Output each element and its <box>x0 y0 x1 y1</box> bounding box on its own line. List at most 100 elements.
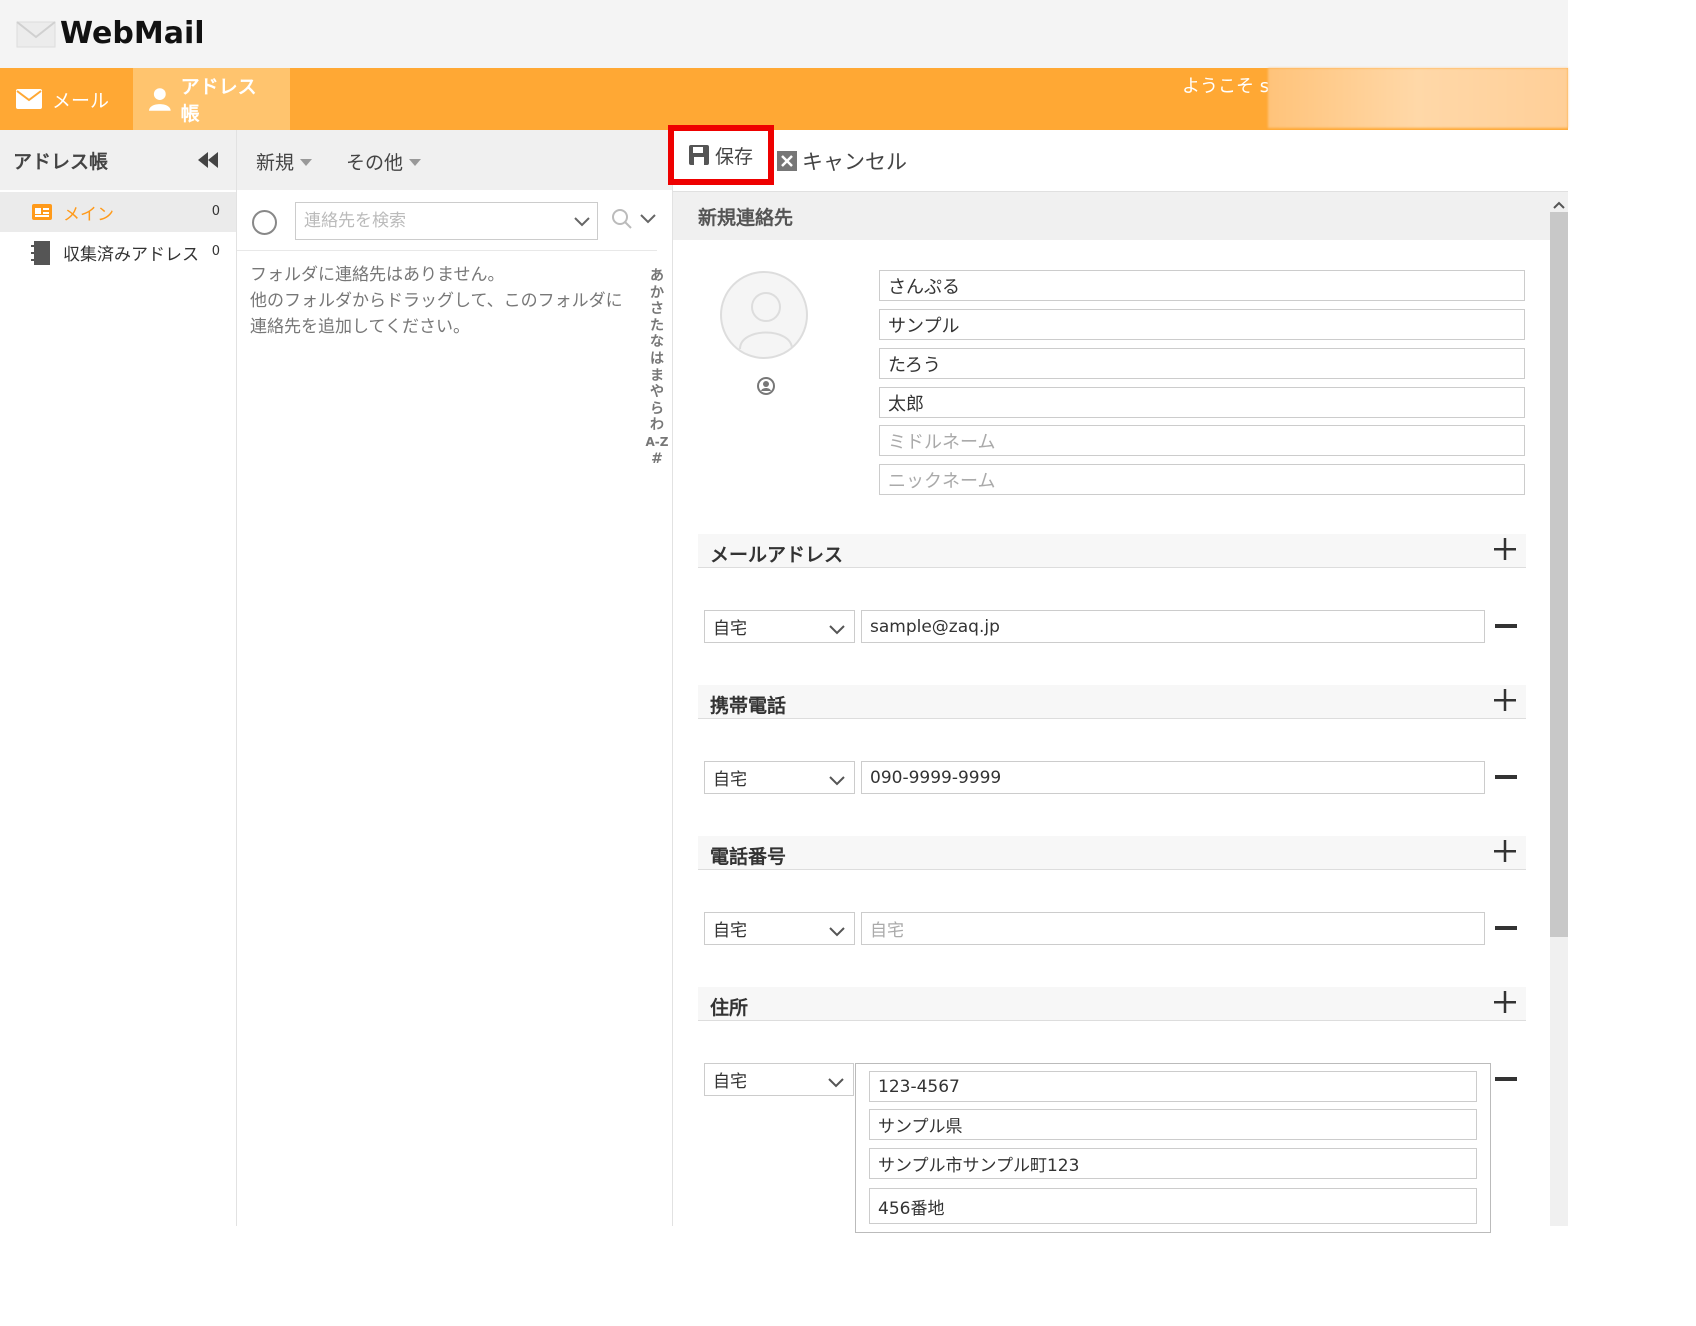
floppy-disk-icon <box>688 145 709 165</box>
app-title: WebMail <box>60 16 205 51</box>
phone-field[interactable]: 自宅 <box>861 912 1485 945</box>
cancel-button-label: キャンセル <box>802 150 907 174</box>
sidebar-header: アドレス帳 <box>0 130 236 190</box>
address-fields-box: 123-4567 サンプル県 サンプル市サンプル町123 456番地 <box>855 1063 1491 1233</box>
top-header: WebMail <box>0 0 1568 68</box>
person-silhouette-icon <box>739 292 793 350</box>
folder-collected-label: 収集済みアドレス <box>63 244 199 265</box>
index-item[interactable]: わ <box>645 417 669 434</box>
mobile-type-select[interactable]: 自宅 <box>704 761 855 794</box>
chevron-down-icon <box>828 923 846 943</box>
street-field[interactable]: 456番地 <box>869 1188 1477 1224</box>
phone-type-select[interactable]: 自宅 <box>704 912 855 945</box>
empty-message-line: フォルダに連絡先はありません。 <box>250 265 505 285</box>
search-options-chevron-icon[interactable] <box>639 208 657 235</box>
contact-card-icon <box>31 201 53 223</box>
chevron-down-icon[interactable] <box>573 213 591 233</box>
chevron-down-icon <box>828 621 846 641</box>
folder-main-label: メイン <box>63 204 114 225</box>
folder-collected[interactable]: 収集済みアドレス 0 <box>0 232 236 272</box>
mail-icon <box>16 89 42 109</box>
phone-type-value: 自宅 <box>713 921 747 941</box>
remove-address-icon[interactable] <box>1495 1077 1517 1081</box>
phone-section-title: 電話番号 <box>710 846 787 868</box>
mobile-field[interactable]: 090-9999-9999 <box>861 761 1485 794</box>
contact-editor: 保存 キャンセル 新規連絡先 さんぷる サンプル たろう 太郎 ミドルネーム ニ… <box>668 125 1568 1233</box>
empty-message-line: 連絡先を追加してください。 <box>250 317 470 337</box>
collapse-icon[interactable] <box>196 150 220 170</box>
address-section-header: 住所 <box>698 987 1526 1021</box>
chevron-down-icon <box>827 1074 845 1094</box>
search-input[interactable] <box>296 203 556 239</box>
search-box <box>295 202 598 240</box>
add-email-icon[interactable] <box>1494 538 1516 560</box>
nav-tab-addressbook-label: アドレス帳 <box>180 76 257 125</box>
address-type-select[interactable]: 自宅 <box>704 1063 854 1096</box>
mobile-section-header: 携帯電話 <box>698 685 1526 719</box>
person-icon <box>149 88 171 111</box>
index-item[interactable]: あ <box>645 268 669 285</box>
envelope-logo-icon <box>16 19 56 49</box>
folder-main[interactable]: メイン 0 <box>0 192 236 232</box>
nickname-field[interactable]: ニックネーム <box>879 464 1525 495</box>
welcome-text: ようこそ s <box>1182 76 1270 97</box>
email-section-title: メールアドレス <box>710 544 844 566</box>
app-logo: WebMail <box>16 16 205 51</box>
select-all-checkbox[interactable] <box>252 210 277 235</box>
new-button[interactable]: 新規 <box>256 148 313 175</box>
remove-phone-icon[interactable] <box>1495 926 1517 930</box>
index-item[interactable]: た <box>645 318 669 335</box>
other-button-label: その他 <box>346 152 404 174</box>
alphabet-index: あ か さ た な は ま や ら わ A-Z # <box>645 268 669 467</box>
index-item[interactable]: # <box>645 451 669 468</box>
close-box-icon <box>777 151 797 171</box>
editor-scrollbar-thumb[interactable] <box>1550 212 1568 937</box>
add-phone-icon[interactable] <box>1494 840 1516 862</box>
save-button-label: 保存 <box>714 145 753 168</box>
contact-photo[interactable] <box>720 271 808 359</box>
index-item[interactable]: ら <box>645 401 669 418</box>
save-button[interactable]: 保存 <box>668 125 774 185</box>
index-item[interactable]: さ <box>645 301 669 318</box>
phonetic-last-name-field[interactable]: さんぷる <box>879 270 1525 301</box>
nav-tab-addressbook[interactable]: アドレス帳 <box>133 68 290 130</box>
address-book-icon <box>31 241 53 265</box>
prefecture-field[interactable]: サンプル県 <box>869 1109 1477 1140</box>
other-button[interactable]: その他 <box>346 148 422 175</box>
folder-main-count: 0 <box>211 204 220 219</box>
addressbook-sidebar: アドレス帳 メイン 0 収集済みアドレス 0 <box>0 130 237 1226</box>
nav-tab-mail-label: メール <box>52 89 110 112</box>
email-type-select[interactable]: 自宅 <box>704 610 855 643</box>
add-mobile-icon[interactable] <box>1494 689 1516 711</box>
middle-name-field[interactable]: ミドルネーム <box>879 425 1525 456</box>
email-type-value: 自宅 <box>713 619 747 639</box>
search-icon[interactable] <box>611 208 633 235</box>
nav-tab-mail[interactable]: メール <box>0 68 130 130</box>
user-info-redacted[interactable] <box>1268 68 1568 128</box>
cancel-button[interactable]: キャンセル <box>777 146 907 176</box>
remove-mobile-icon[interactable] <box>1495 775 1517 779</box>
index-item[interactable]: や <box>645 384 669 401</box>
index-item[interactable]: な <box>645 334 669 351</box>
index-item[interactable]: ま <box>645 368 669 385</box>
remove-email-icon[interactable] <box>1495 624 1517 628</box>
new-button-label: 新規 <box>256 152 295 174</box>
last-name-field[interactable]: サンプル <box>879 309 1525 340</box>
sidebar-title: アドレス帳 <box>13 150 109 173</box>
editor-toolbar: 保存 キャンセル <box>668 125 1568 192</box>
address-type-value: 自宅 <box>713 1072 747 1092</box>
email-section-header: メールアドレス <box>698 534 1526 568</box>
first-name-field[interactable]: 太郎 <box>879 387 1525 418</box>
email-field[interactable]: sample@zaq.jp <box>861 610 1485 643</box>
postal-code-field[interactable]: 123-4567 <box>869 1071 1477 1102</box>
list-toolbar: 新規 その他 <box>237 130 672 190</box>
index-item[interactable]: は <box>645 351 669 368</box>
change-photo-icon[interactable] <box>756 376 776 401</box>
add-address-icon[interactable] <box>1494 991 1516 1013</box>
scroll-up-icon[interactable] <box>1553 195 1565 215</box>
city-field[interactable]: サンプル市サンプル町123 <box>869 1148 1477 1179</box>
search-row <box>237 200 673 244</box>
index-item[interactable]: か <box>645 285 669 302</box>
phonetic-first-name-field[interactable]: たろう <box>879 348 1525 379</box>
index-item[interactable]: A-Z <box>645 434 669 451</box>
